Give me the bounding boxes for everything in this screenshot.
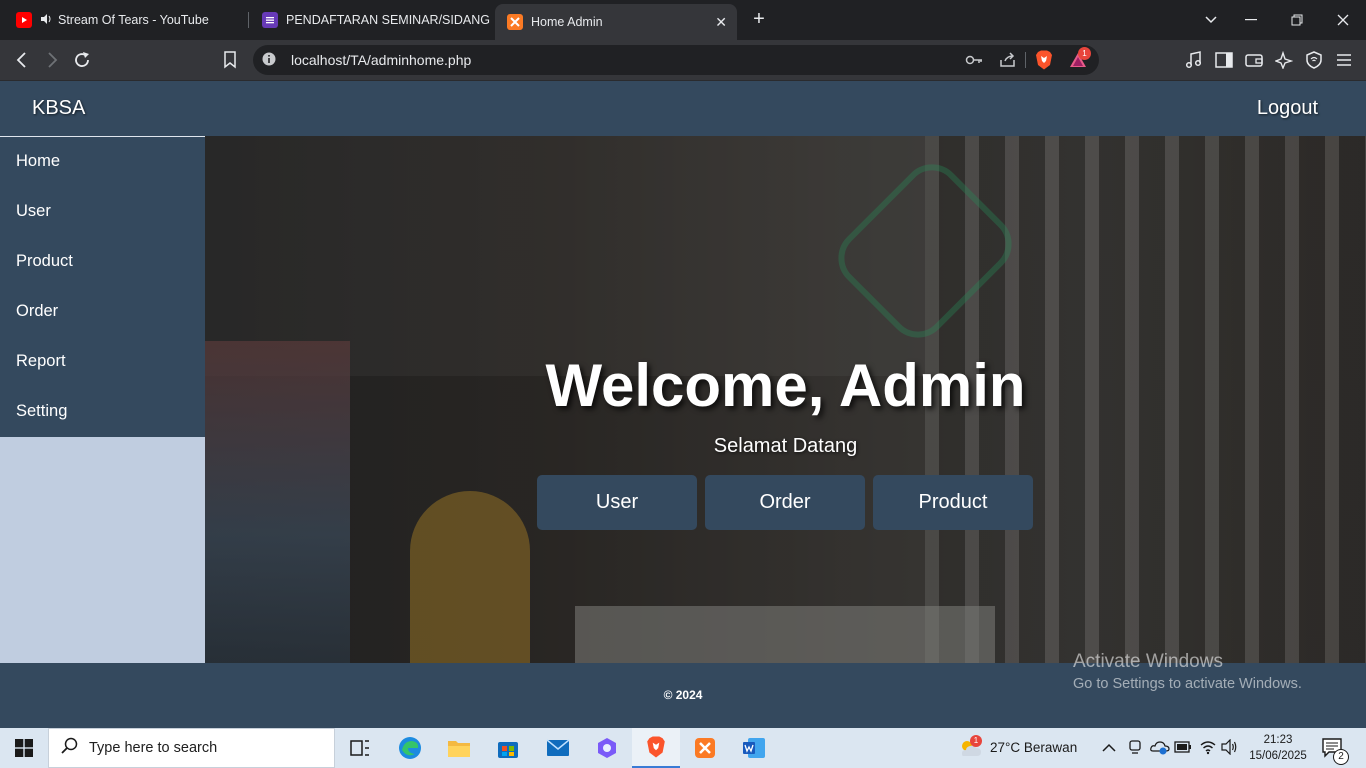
hero-background-person xyxy=(410,491,530,663)
search-icon xyxy=(61,737,79,760)
speaker-icon[interactable] xyxy=(40,13,52,28)
share-icon[interactable] xyxy=(999,52,1017,73)
hero-user-button[interactable]: User xyxy=(537,475,697,530)
bookmark-icon[interactable] xyxy=(219,49,241,71)
volume-icon[interactable] xyxy=(1221,738,1239,760)
windows-taskbar: Type here to search 1 27°C Berawan 21:23… xyxy=(0,728,1366,768)
site-info-icon[interactable] xyxy=(262,52,276,71)
hero-background-desk xyxy=(575,606,995,663)
file-explorer-icon[interactable] xyxy=(435,728,483,768)
tab-youtube[interactable]: Stream Of Tears - YouTube xyxy=(4,0,244,40)
minimize-button[interactable] xyxy=(1228,0,1274,40)
admin-page: KBSA Logout Home User Product Order Repo… xyxy=(0,81,1366,728)
hero-button-group: User Order Product xyxy=(537,475,1033,530)
forms-icon xyxy=(262,12,278,28)
sidebar-item-setting[interactable]: Setting xyxy=(0,399,205,449)
brave-shields-icon[interactable] xyxy=(1035,50,1053,75)
watermark-subtitle: Go to Settings to activate Windows. xyxy=(1073,676,1302,692)
word-icon[interactable] xyxy=(730,728,778,768)
back-icon[interactable] xyxy=(11,49,33,71)
system-clock[interactable]: 21:23 15/06/2025 xyxy=(1248,732,1308,764)
welcome-title: Welcome, Admin xyxy=(545,352,1026,419)
microsoft-store-icon[interactable] xyxy=(484,728,532,768)
hero-banner: Welcome, Admin Selamat Datang User Order… xyxy=(205,136,1366,663)
battery-icon[interactable] xyxy=(1174,740,1192,758)
close-window-button[interactable] xyxy=(1320,0,1366,40)
restore-button[interactable] xyxy=(1274,0,1320,40)
media-icon[interactable] xyxy=(1183,49,1205,71)
vpn-shield-icon[interactable] xyxy=(1303,49,1325,71)
forward-icon[interactable] xyxy=(41,49,63,71)
tab-title: Stream Of Tears - YouTube xyxy=(58,13,209,27)
password-key-icon[interactable] xyxy=(965,53,983,72)
windows-start-icon[interactable] xyxy=(0,728,48,768)
meet-now-icon[interactable] xyxy=(1127,739,1143,760)
activate-windows-watermark: Activate Windows Go to Settings to activ… xyxy=(1073,651,1302,692)
wallet-icon[interactable] xyxy=(1243,49,1265,71)
chevron-up-icon[interactable] xyxy=(1102,740,1116,758)
address-bar[interactable]: localhost/TA/adminhome.php 1 xyxy=(253,45,1099,75)
leo-ai-icon[interactable] xyxy=(1273,49,1295,71)
tab-separator xyxy=(248,12,249,28)
edge-icon[interactable] xyxy=(386,728,434,768)
notification-count-badge: 2 xyxy=(1333,749,1349,765)
hero-product-button[interactable]: Product xyxy=(873,475,1033,530)
clock-time: 21:23 xyxy=(1263,734,1293,746)
new-tab-button[interactable]: + xyxy=(748,8,770,30)
sidebar-item-user[interactable]: User xyxy=(0,199,205,249)
brand-logo-text[interactable]: KBSA xyxy=(32,97,85,120)
toolbar-divider xyxy=(1025,52,1026,68)
top-header: KBSA Logout xyxy=(0,81,1366,136)
search-placeholder: Type here to search xyxy=(89,740,218,756)
wifi-icon[interactable] xyxy=(1199,739,1217,760)
task-view-icon[interactable] xyxy=(336,728,384,768)
hero-order-button[interactable]: Order xyxy=(705,475,865,530)
rewards-badge: 1 xyxy=(1078,47,1091,60)
mail-icon[interactable] xyxy=(534,728,582,768)
logout-link[interactable]: Logout xyxy=(1257,97,1318,120)
close-tab-icon[interactable]: ✕ xyxy=(715,14,727,31)
weather-badge: 1 xyxy=(970,735,982,747)
sidebar-item-home[interactable]: Home xyxy=(0,149,205,199)
taskbar-search-box[interactable]: Type here to search xyxy=(48,728,335,768)
url-text[interactable]: localhost/TA/adminhome.php xyxy=(291,52,471,68)
youtube-icon xyxy=(16,12,32,28)
reload-icon[interactable] xyxy=(71,49,93,71)
tab-home-admin[interactable]: Home Admin ✕ xyxy=(495,4,737,40)
tab-forms[interactable]: PENDAFTARAN SEMINAR/SIDANG TU xyxy=(250,0,490,40)
sidebar-item-report[interactable]: Report xyxy=(0,349,205,399)
browser-tab-strip: Stream Of Tears - YouTube PENDAFTARAN SE… xyxy=(0,0,1366,40)
menu-icon[interactable] xyxy=(1333,49,1355,71)
weather-text[interactable]: 27°C Berawan xyxy=(990,740,1077,755)
brave-browser-icon[interactable] xyxy=(632,728,680,768)
sidebar: Home User Product Order Report Setting xyxy=(0,136,205,437)
sidebar-item-product[interactable]: Product xyxy=(0,249,205,299)
watermark-title: Activate Windows xyxy=(1073,651,1223,672)
xampp-icon xyxy=(507,14,523,30)
welcome-subtitle: Selamat Datang xyxy=(713,435,858,457)
browser-toolbar: localhost/TA/adminhome.php 1 xyxy=(0,40,1366,81)
hero-background-image xyxy=(205,136,925,376)
tab-title: PENDAFTARAN SEMINAR/SIDANG TU xyxy=(286,13,490,27)
xampp-icon[interactable] xyxy=(681,728,729,768)
onedrive-icon[interactable] xyxy=(1150,739,1170,760)
sidebar-item-order[interactable]: Order xyxy=(0,299,205,349)
tab-title: Home Admin xyxy=(531,15,603,29)
clock-date: 15/06/2025 xyxy=(1249,750,1307,762)
copilot-icon[interactable] xyxy=(583,728,631,768)
sidebar-toggle-icon[interactable] xyxy=(1213,49,1235,71)
